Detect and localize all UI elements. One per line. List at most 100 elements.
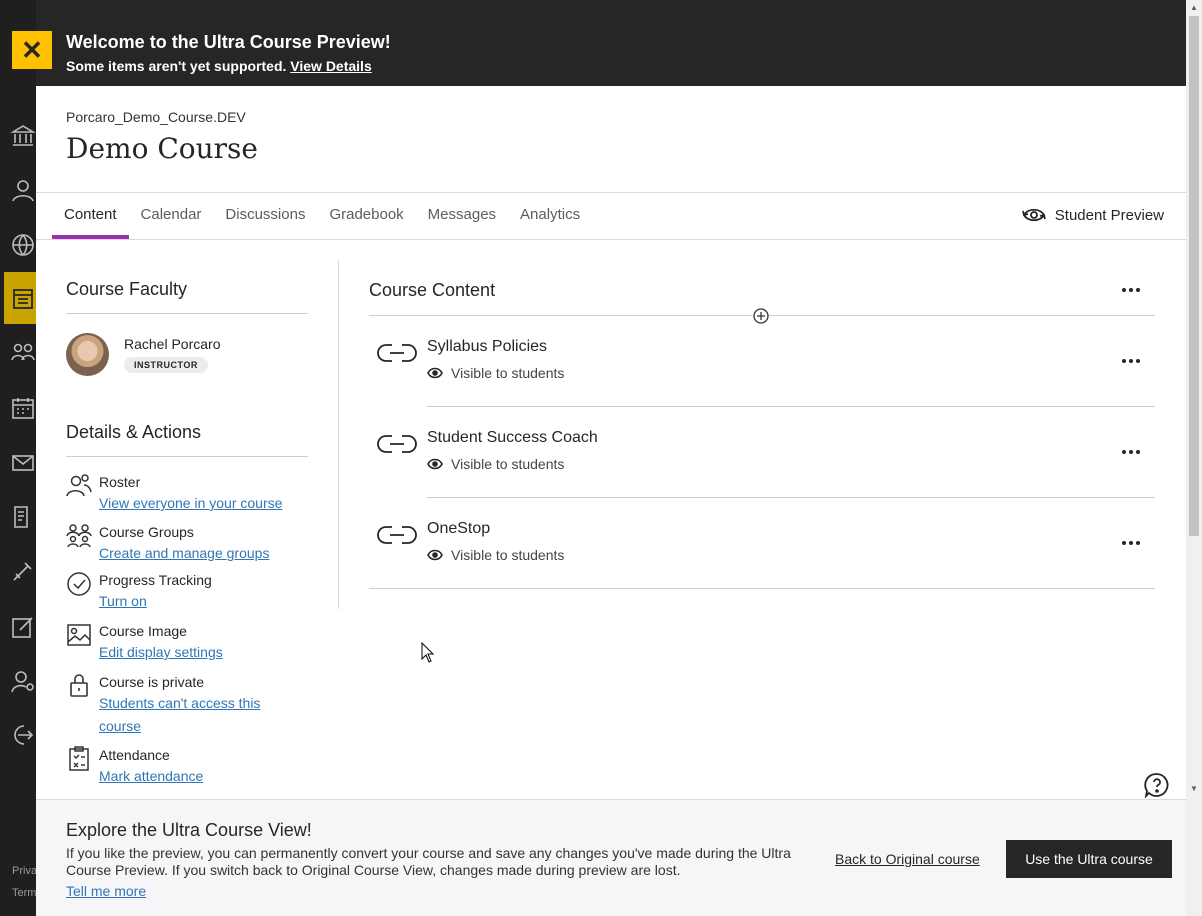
eye-icon [427, 549, 443, 561]
clipboard-icon [69, 746, 89, 771]
visibility-status[interactable]: Visible to students [427, 456, 564, 472]
roster-label: Roster [99, 474, 141, 490]
content-item-name[interactable]: Syllabus Policies [427, 338, 547, 356]
scrollbar-thumb[interactable] [1189, 16, 1199, 536]
content-item-more-button[interactable] [1118, 533, 1144, 553]
student-preview-label: Student Preview [1054, 206, 1164, 224]
close-icon: ✕ [21, 35, 43, 65]
column-divider [338, 260, 339, 609]
content-item-more-button[interactable] [1118, 351, 1144, 371]
scrollbar[interactable]: ▲ ▼ [1186, 0, 1202, 916]
sign-out-icon[interactable] [10, 722, 36, 748]
action-course-image: Course Image Edit display settings [66, 621, 308, 664]
details-divider [66, 456, 308, 457]
content-item-more-button[interactable] [1118, 442, 1144, 462]
course-sidebar: Course Faculty Rachel Porcaro INSTRUCTOR… [66, 262, 308, 788]
private-link[interactable]: Students can't access this course [99, 692, 299, 738]
preview-banner: Welcome to the Ultra Course Preview! Som… [36, 0, 1186, 86]
link-icon [377, 526, 417, 544]
grades-icon[interactable] [10, 504, 36, 530]
profile-icon[interactable] [10, 177, 36, 203]
content-item-name[interactable]: Student Success Coach [427, 429, 598, 447]
visibility-status[interactable]: Visible to students [427, 547, 564, 563]
action-progress-tracking: Progress Tracking Turn on [66, 570, 308, 613]
messages-icon[interactable] [10, 450, 36, 476]
attendance-link[interactable]: Mark attendance [99, 765, 203, 788]
content-item-syllabus-policies[interactable]: Syllabus Policies Visible to students [369, 316, 1155, 407]
tools-icon[interactable] [10, 558, 36, 584]
content-item-onestop[interactable]: OneStop Visible to students [369, 498, 1155, 589]
content-item-student-success-coach[interactable]: Student Success Coach Visible to student… [369, 407, 1155, 498]
details-title: Details & Actions [66, 422, 202, 442]
bottom-description: If you like the preview, you can permane… [66, 845, 791, 878]
visibility-label: Visible to students [451, 547, 565, 563]
banner-subtitle: Some items aren't yet supported. View De… [66, 58, 372, 74]
action-course-private: Course is private Students can't access … [66, 672, 308, 738]
action-roster: Roster View everyone in your course [66, 472, 308, 515]
organizations-icon[interactable] [10, 340, 36, 366]
link-icon [377, 435, 417, 453]
roster-icon [66, 474, 92, 497]
scroll-down-icon[interactable]: ▼ [1190, 784, 1198, 793]
progress-label: Progress Tracking [99, 572, 212, 588]
lock-icon [70, 674, 88, 697]
action-course-groups: Course Groups Create and manage groups [66, 522, 308, 565]
groups-icon [66, 524, 92, 548]
tabs-divider [36, 239, 1186, 240]
calendar-icon[interactable] [10, 395, 36, 421]
action-attendance: Attendance Mark attendance [66, 745, 308, 788]
courses-icon[interactable] [10, 286, 36, 312]
help-icon[interactable] [1144, 772, 1170, 798]
faculty-title: Course Faculty [66, 279, 188, 299]
roster-link[interactable]: View everyone in your course [99, 492, 282, 515]
close-preview-button[interactable]: ✕ [12, 31, 52, 69]
use-ultra-course-button[interactable]: Use the Ultra course [1006, 840, 1172, 878]
tab-messages[interactable]: Messages [416, 193, 508, 239]
progress-link[interactable]: Turn on [99, 590, 212, 613]
image-label: Course Image [99, 623, 187, 639]
groups-link[interactable]: Create and manage groups [99, 542, 269, 565]
bottom-title: Explore the Ultra Course View! [66, 820, 312, 840]
course-tabs: Content Calendar Discussions Gradebook M… [52, 193, 592, 239]
item-divider [369, 588, 1155, 589]
back-to-original-link[interactable]: Back to Original course [835, 851, 980, 867]
role-badge: INSTRUCTOR [124, 357, 208, 373]
admin-icon[interactable] [10, 668, 36, 694]
tab-discussions[interactable]: Discussions [213, 193, 317, 239]
banner-title: Welcome to the Ultra Course Preview! [66, 32, 391, 52]
tab-calendar[interactable]: Calendar [129, 193, 214, 239]
visibility-status[interactable]: Visible to students [427, 365, 564, 381]
content-item-name[interactable]: OneStop [427, 520, 490, 538]
course-content-title: Course Content [369, 280, 496, 300]
faculty-divider [66, 313, 308, 314]
view-details-link[interactable]: View Details [290, 58, 371, 74]
tab-analytics[interactable]: Analytics [508, 193, 592, 239]
faculty-card[interactable]: Rachel Porcaro INSTRUCTOR [66, 333, 308, 376]
nav-rail: Priva Term [0, 0, 37, 916]
course-id: Porcaro_Demo_Course.DEV [66, 109, 246, 125]
globe-icon[interactable] [10, 232, 36, 258]
private-label: Course is private [99, 674, 205, 690]
faculty-name: Rachel Porcaro [124, 336, 221, 352]
tab-content[interactable]: Content [52, 193, 129, 239]
faculty-info: Rachel Porcaro INSTRUCTOR [124, 336, 221, 373]
image-icon [67, 624, 91, 646]
course-content-more-button[interactable] [1118, 280, 1144, 300]
mouse-cursor-icon [421, 642, 435, 663]
ultra-conversion-bar: Explore the Ultra Course View! If you li… [36, 799, 1186, 916]
edit-icon[interactable] [10, 614, 36, 640]
tell-me-more-link[interactable]: Tell me more [66, 883, 146, 899]
tab-gradebook[interactable]: Gradebook [317, 193, 415, 239]
institution-icon[interactable] [10, 123, 36, 149]
checkmark-circle-icon [67, 572, 91, 596]
eye-icon [427, 367, 443, 379]
visibility-label: Visible to students [451, 365, 565, 381]
student-preview-icon [1021, 208, 1046, 222]
terms-link[interactable]: Term [12, 887, 36, 899]
student-preview-button[interactable]: Student Preview [1021, 205, 1164, 225]
privacy-link[interactable]: Priva [12, 865, 37, 877]
scroll-up-icon[interactable]: ▲ [1190, 3, 1198, 12]
image-link[interactable]: Edit display settings [99, 641, 223, 664]
course-panel: Welcome to the Ultra Course Preview! Som… [36, 0, 1186, 916]
groups-label: Course Groups [99, 524, 194, 540]
